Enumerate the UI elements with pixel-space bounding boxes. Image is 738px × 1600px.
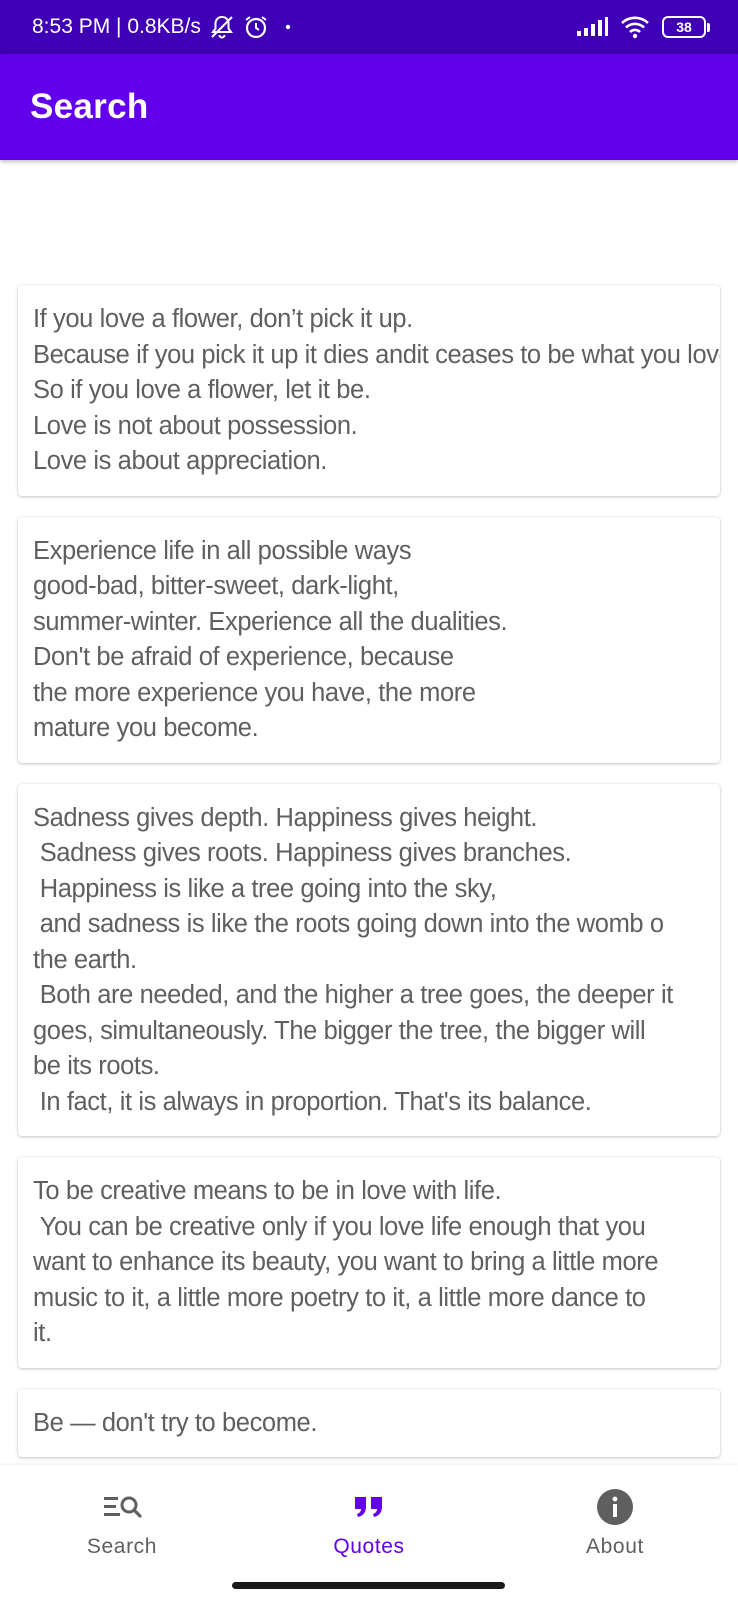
quote-text: Experience life in all possible ways goo… [33, 536, 508, 743]
nav-item-about[interactable]: About [515, 1487, 715, 1567]
home-indicator[interactable] [232, 1582, 505, 1589]
quote-card[interactable]: Be — don't try to become. [18, 1388, 720, 1457]
wifi-icon [620, 15, 650, 39]
alarm-icon [243, 14, 269, 40]
nav-item-quotes[interactable]: Quotes [269, 1487, 469, 1567]
quote-card[interactable]: To be creative means to be in love with … [18, 1157, 720, 1368]
nav-label-search: Search [86, 1535, 158, 1558]
quote-cards: If you love a flower, don’t pick it up. … [18, 285, 720, 1465]
quote-text: To be creative means to be in love with … [33, 1177, 659, 1347]
battery-tip [707, 22, 710, 32]
app-bar: Search [0, 54, 738, 160]
quote-card[interactable]: Sadness gives depth. Happiness gives hei… [18, 783, 720, 1136]
dot-icon [277, 16, 299, 38]
battery-level: 38 [662, 16, 706, 38]
quote-text: Be — don't try to become. [33, 1408, 318, 1437]
quote-text: If you love a flower, don’t pick it up. … [33, 305, 720, 475]
quote-card[interactable]: Experience life in all possible ways goo… [18, 516, 720, 763]
nav-label-about: About [586, 1535, 644, 1558]
quote-list[interactable]: If you love a flower, don’t pick it up. … [0, 160, 738, 1465]
nav-item-search[interactable]: Search [22, 1487, 222, 1567]
status-right: 38 [576, 15, 710, 39]
signal-icon [576, 17, 608, 37]
status-time-speed: 8:53 PM | 0.8KB/s [32, 15, 201, 38]
quote-text: Sadness gives depth. Happiness gives hei… [33, 803, 673, 1116]
status-left: 8:53 PM | 0.8KB/s [32, 14, 299, 40]
info-icon [595, 1487, 635, 1527]
search-list-icon [102, 1487, 142, 1527]
page-title: Search [30, 87, 149, 126]
mute-icon [209, 14, 235, 40]
quote-icon [352, 1487, 386, 1527]
bottom-navigation: Search Quotes About [0, 1465, 738, 1600]
nav-label-quotes: Quotes [333, 1535, 405, 1558]
quote-card[interactable]: If you love a flower, don’t pick it up. … [18, 285, 720, 496]
status-bar: 8:53 PM | 0.8KB/s 38 [0, 0, 738, 54]
battery-icon: 38 [662, 16, 710, 38]
